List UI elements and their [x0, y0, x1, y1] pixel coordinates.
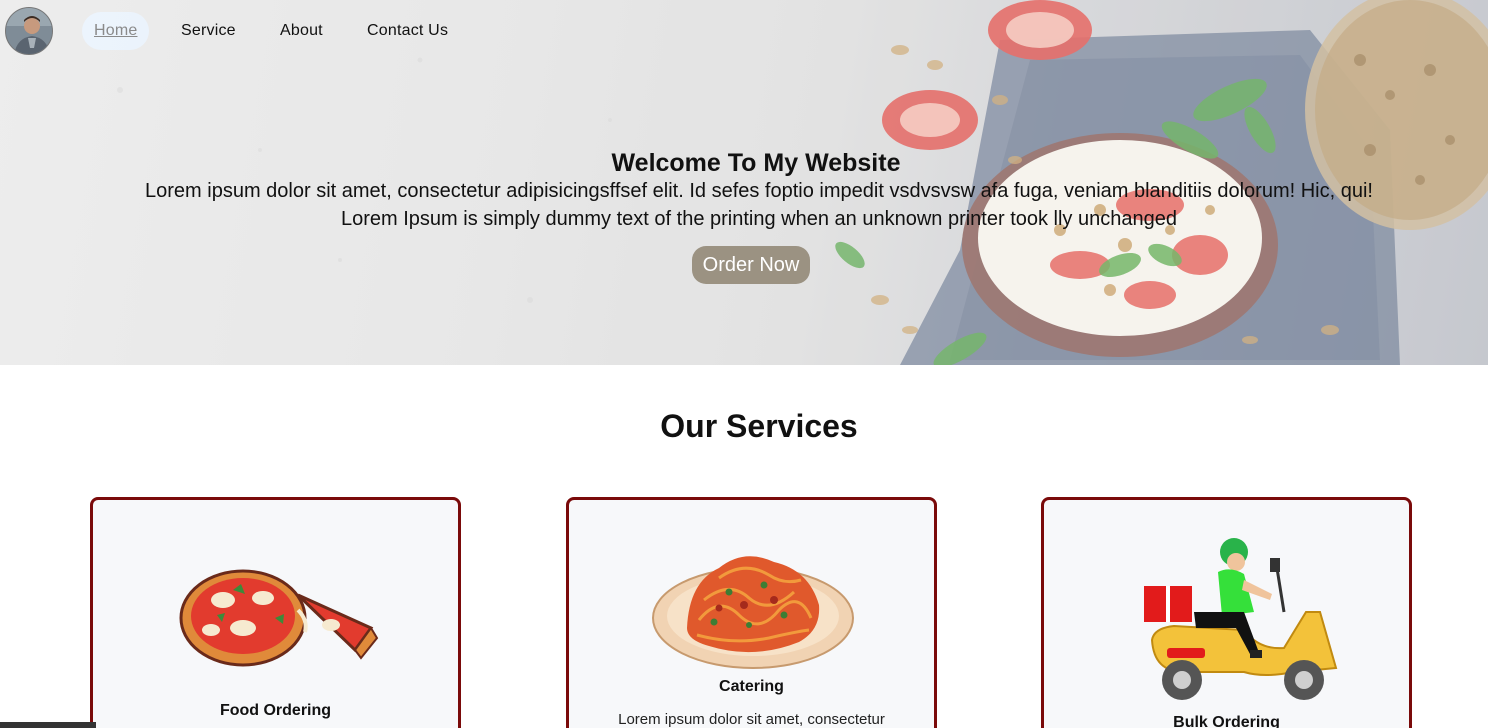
avatar[interactable] — [5, 7, 53, 55]
service-card-description: Lorem ipsum dolor sit amet, consectetur — [618, 711, 885, 728]
nav-contact-us[interactable]: Contact Us — [355, 12, 460, 50]
avatar-photo-icon — [6, 8, 52, 54]
service-card-bulk-ordering[interactable]: Bulk Ordering — [1041, 497, 1412, 728]
service-card-title: Food Ordering — [219, 702, 332, 719]
pizza-icon — [179, 569, 379, 667]
services-heading: Our Services — [660, 408, 858, 444]
nav-about[interactable]: About — [268, 12, 335, 50]
order-now-button[interactable]: Order Now — [692, 246, 810, 284]
nav-home[interactable]: Home — [82, 12, 150, 50]
delivery-scooter-icon — [1144, 538, 1338, 700]
hero-title: Welcome To My Website — [611, 149, 901, 177]
hero-banner: Home Service About Contact Us Welcome To… — [0, 0, 1488, 365]
nav-service[interactable]: Service — [169, 12, 248, 50]
service-card-food-ordering[interactable]: Food Ordering — [90, 497, 461, 728]
service-card-catering[interactable]: Catering Lorem ipsum dolor sit amet, con… — [566, 497, 937, 728]
hero-description-line-2: Lorem Ipsum is simply dummy text of the … — [341, 208, 1177, 230]
corner-scrollbar-fragment — [0, 722, 96, 728]
top-navigation: Home Service About Contact Us — [0, 0, 700, 62]
hero-description-line-1: Lorem ipsum dolor sit amet, consectetur … — [145, 180, 1373, 202]
service-card-title: Catering — [719, 678, 784, 695]
spaghetti-icon — [652, 556, 854, 669]
service-card-title: Bulk Ordering — [1173, 714, 1280, 728]
